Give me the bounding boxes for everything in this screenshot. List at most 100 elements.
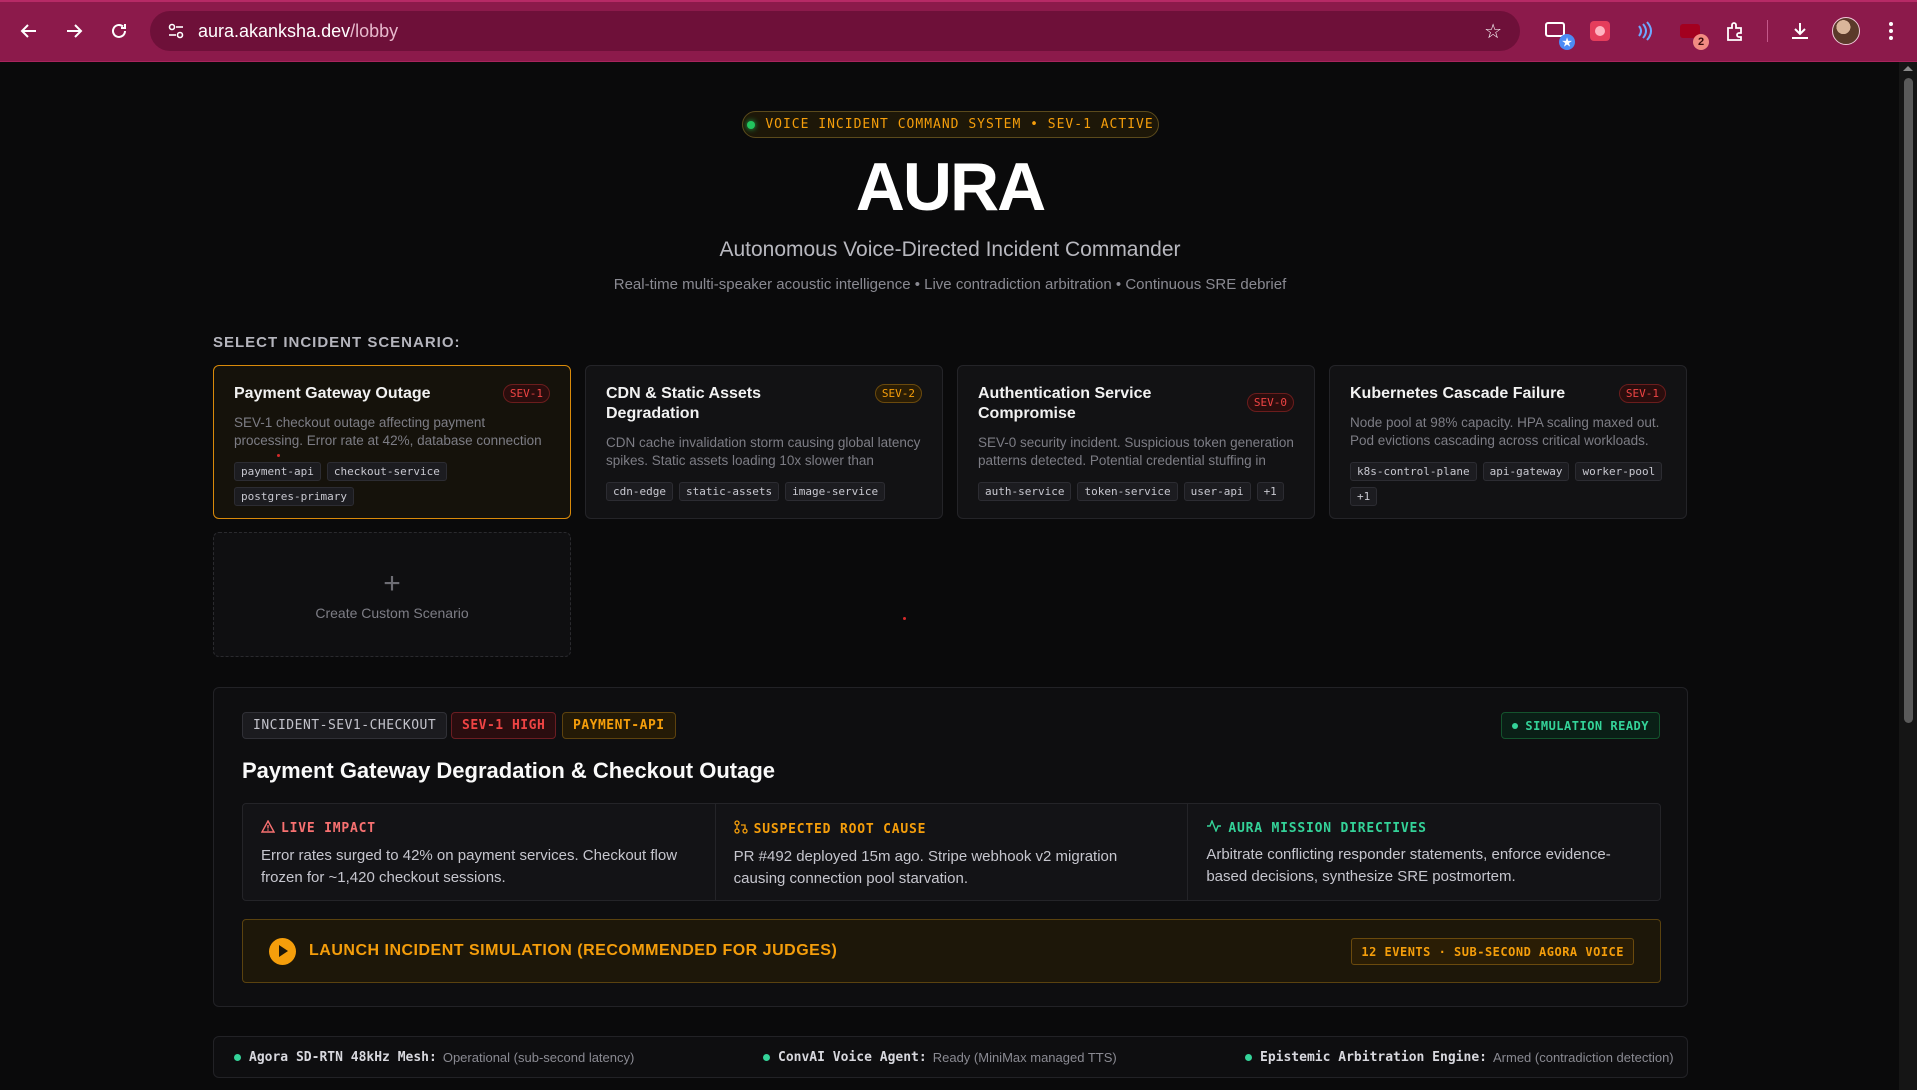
page-title: AURA — [855, 149, 1046, 225]
scenario-title: Authentication Service Compromise — [978, 385, 1152, 422]
extension-count-badge: 2 — [1693, 34, 1709, 50]
root-cause-heading: SUSPECTED ROOT CAUSE — [734, 820, 1170, 838]
mission-directives-label: AURA MISSION DIRECTIVES — [1228, 820, 1427, 836]
extensions-icon[interactable] — [1722, 18, 1748, 44]
mission-directives-text: Arbitrate conflicting responder statemen… — [1206, 846, 1611, 885]
launch-simulation-button[interactable]: LAUNCH INCIDENT SIMULATION (RECOMMENDED … — [242, 919, 1661, 983]
live-impact-section: LIVE IMPACT Error rates surged to 42% on… — [243, 804, 716, 900]
service-tag: payment-api — [234, 462, 321, 481]
scenario-description: CDN cache invalidation storm causing glo… — [606, 435, 921, 468]
back-icon[interactable] — [14, 16, 44, 46]
browser-tabstrip-edge — [0, 0, 1917, 2]
status-dot-icon — [234, 1054, 241, 1061]
download-icon[interactable] — [1787, 18, 1813, 44]
activity-icon — [1206, 819, 1222, 836]
scenario-section-label: SELECT INCIDENT SCENARIO: — [213, 334, 461, 351]
incident-info-row: LIVE IMPACT Error rates surged to 42% on… — [242, 803, 1661, 901]
simulation-status-chip: SIMULATION READY — [1501, 712, 1660, 739]
url-text[interactable]: aura.akanksha.dev/lobby — [198, 21, 398, 42]
more-tags-count: +1 — [1350, 487, 1378, 506]
browser-toolbar: aura.akanksha.dev/lobby ☆ ★ 2 — [0, 0, 1917, 62]
scenario-description: SEV-0 security incident. Suspicious toke… — [978, 435, 1294, 468]
cast-extension-icon[interactable]: ★ — [1543, 18, 1575, 50]
create-custom-scenario-label: Create Custom Scenario — [315, 604, 469, 621]
severity-badge: SEV-0 — [1246, 393, 1294, 412]
toolbar-divider — [1767, 20, 1768, 42]
service-tag: image-service — [785, 482, 886, 501]
status-key: Agora SD-RTN 48kHz Mesh: — [249, 1050, 437, 1065]
scenario-title: Kubernetes Cascade Failure — [1350, 385, 1566, 402]
scenario-card-cdn[interactable]: CDN & Static Assets Degradation SEV-2 CD… — [585, 365, 943, 519]
notification-extension-icon[interactable]: 2 — [1677, 18, 1709, 50]
url-host: aura.akanksha.dev — [198, 20, 351, 41]
incident-id-chip: INCIDENT-SEV1-CHECKOUT — [242, 712, 448, 739]
ready-dot-icon — [1512, 722, 1519, 729]
service-tag: auth-service — [978, 482, 1072, 501]
more-tags-count: +1 — [1256, 482, 1284, 501]
scenario-title: CDN & Static Assets Degradation — [606, 385, 762, 422]
scrollbar-thumb[interactable] — [1904, 78, 1913, 723]
create-custom-scenario-button[interactable]: + Create Custom Scenario — [213, 532, 571, 657]
system-status-pill: VOICE INCIDENT COMMAND SYSTEM • SEV-1 AC… — [742, 111, 1159, 138]
calendar-extension-icon[interactable] — [1587, 18, 1613, 44]
root-cause-section: SUSPECTED ROOT CAUSE PR #492 deployed 15… — [716, 804, 1189, 900]
service-tag: postgres-primary — [234, 487, 354, 506]
root-cause-label: SUSPECTED ROOT CAUSE — [753, 821, 927, 837]
live-impact-heading: LIVE IMPACT — [260, 819, 697, 837]
status-key: Epistemic Arbitration Engine: — [1260, 1050, 1487, 1065]
plus-icon: + — [383, 566, 401, 600]
menu-icon[interactable] — [1878, 18, 1904, 44]
simulation-status-text: SIMULATION READY — [1525, 718, 1649, 733]
site-settings-icon[interactable] — [166, 21, 186, 41]
scenario-card-auth[interactable]: Authentication Service Compromise SEV-0 … — [957, 365, 1315, 519]
reload-icon[interactable] — [104, 16, 134, 46]
live-dot-icon — [747, 120, 756, 129]
scroll-up-icon[interactable] — [1903, 66, 1913, 71]
service-tag: user-api — [1183, 482, 1251, 501]
service-tag: cdn-edge — [606, 482, 673, 501]
status-dot-icon — [763, 1054, 770, 1061]
status-key: ConvAI Voice Agent: — [778, 1050, 927, 1065]
mission-directives-heading: AURA MISSION DIRECTIVES — [1206, 819, 1642, 836]
page-scrollbar[interactable] — [1899, 62, 1917, 1090]
system-status-text: VOICE INCIDENT COMMAND SYSTEM • SEV-1 AC… — [765, 117, 1154, 132]
severity-badge: SEV-1 — [502, 384, 550, 403]
play-icon — [269, 937, 296, 965]
cursor-dot — [903, 617, 906, 620]
extension-star-badge: ★ — [1559, 34, 1575, 50]
incident-title: Payment Gateway Degradation & Checkout O… — [242, 758, 776, 783]
profile-avatar[interactable] — [1832, 17, 1860, 45]
scenario-card-payment-gateway[interactable]: Payment Gateway Outage SEV-1 SEV-1 check… — [213, 365, 571, 519]
forward-icon[interactable] — [59, 16, 89, 46]
events-count-chip: 12 EVENTS · SUB-SECOND AGORA VOICE — [1351, 938, 1634, 965]
live-impact-label: LIVE IMPACT — [281, 821, 376, 836]
scenario-description: SEV-1 checkout outage affecting payment … — [234, 415, 542, 448]
service-tag: api-gateway — [1482, 462, 1570, 481]
status-value: Operational (sub-second latency) — [442, 1050, 635, 1065]
scenario-card-kubernetes[interactable]: Kubernetes Cascade Failure SEV-1 Node po… — [1329, 365, 1687, 519]
status-value: Armed (contradiction detection) — [1492, 1050, 1674, 1065]
scenario-title: Payment Gateway Outage — [234, 385, 431, 402]
page-subtitle: Autonomous Voice-Directed Incident Comma… — [719, 238, 1181, 261]
root-cause-text: PR #492 deployed 15m ago. Stripe webhook… — [733, 848, 1118, 887]
bookmark-star-icon[interactable]: ☆ — [1484, 19, 1502, 44]
launch-simulation-label: LAUNCH INCIDENT SIMULATION (RECOMMENDED … — [309, 942, 838, 959]
status-agora-mesh: Agora SD-RTN 48kHz Mesh: Operational (su… — [234, 1050, 634, 1065]
mission-directives-section: AURA MISSION DIRECTIVES Arbitrate confli… — [1188, 804, 1660, 900]
status-dot-icon — [1245, 1054, 1252, 1061]
service-tag: static-assets — [678, 482, 780, 501]
status-value: Ready (MiniMax managed TTS) — [932, 1050, 1117, 1065]
url-path: /lobby — [350, 20, 399, 41]
voice-extension-icon[interactable] — [1631, 18, 1657, 44]
scenario-description: Node pool at 98% capacity. HPA scaling m… — [1350, 415, 1660, 448]
service-chip: PAYMENT-API — [562, 712, 676, 739]
cursor-dot — [277, 454, 280, 457]
incident-brief-panel: INCIDENT-SEV1-CHECKOUT SEV-1 HIGH PAYMEN… — [213, 687, 1688, 1007]
status-arbitration-engine: Epistemic Arbitration Engine: Armed (con… — [1245, 1050, 1674, 1065]
address-bar[interactable]: aura.akanksha.dev/lobby ☆ — [150, 11, 1520, 51]
page-tagline: Real-time multi-speaker acoustic intelli… — [613, 276, 1287, 293]
system-status-bar: Agora SD-RTN 48kHz Mesh: Operational (su… — [213, 1036, 1688, 1078]
severity-badge: SEV-2 — [874, 384, 922, 403]
service-tag: token-service — [1077, 482, 1178, 501]
severity-chip: SEV-1 HIGH — [451, 712, 557, 739]
